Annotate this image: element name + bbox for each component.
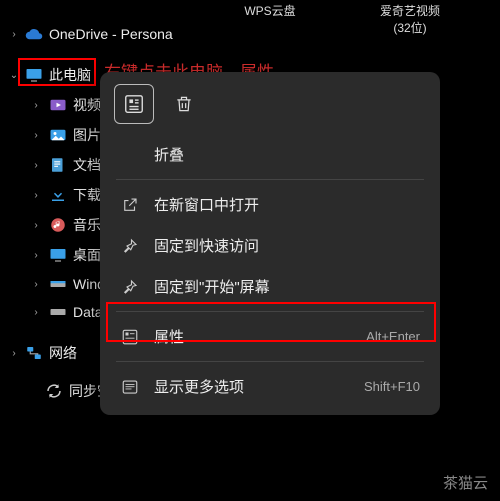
- sync-icon: [45, 382, 63, 400]
- delete-button[interactable]: [164, 84, 204, 124]
- menu-separator: [116, 179, 424, 180]
- pictures-folder-icon: [49, 126, 67, 144]
- menu-item-collapse[interactable]: 折叠: [108, 134, 432, 175]
- chevron-right-icon[interactable]: ›: [31, 130, 41, 140]
- sidebar-item-label: 视频: [73, 95, 101, 115]
- drive-icon: [49, 303, 67, 321]
- open-external-icon: [120, 195, 140, 215]
- menu-item-pin-quick-access[interactable]: 固定到快速访问: [108, 225, 432, 266]
- chevron-right-icon[interactable]: ›: [31, 250, 41, 260]
- menu-item-label: 固定到"开始"屏幕: [154, 276, 420, 297]
- menu-separator: [116, 361, 424, 362]
- wps-cloud-label[interactable]: WPS云盘: [230, 2, 310, 36]
- menu-item-shortcut: Shift+F10: [364, 379, 420, 394]
- show-more-icon: [120, 377, 140, 397]
- drive-icon: [49, 275, 67, 293]
- desktop-folder-icon: [49, 246, 67, 264]
- menu-item-label: 属性: [154, 326, 352, 347]
- desktop-icon-labels: WPS云盘 爱奇艺视频 (32位): [230, 2, 450, 36]
- sidebar-item-label: 此电脑: [49, 65, 91, 85]
- monitor-icon: [25, 66, 43, 84]
- watermark-text: 茶猫云: [443, 472, 488, 493]
- sidebar-item-label: 下载: [73, 185, 101, 205]
- pin-icon: [120, 236, 140, 256]
- properties-icon: [120, 327, 140, 347]
- properties-quick-button[interactable]: [114, 84, 154, 124]
- menu-item-label: 固定到快速访问: [154, 235, 420, 256]
- sidebar-item-label: 桌面: [73, 245, 101, 265]
- chevron-right-icon[interactable]: ›: [31, 307, 41, 317]
- sidebar-item-label: 文档: [73, 155, 101, 175]
- chevron-right-icon[interactable]: ›: [31, 100, 41, 110]
- sidebar-item-label: Data: [73, 304, 103, 320]
- menu-item-pin-start[interactable]: 固定到"开始"屏幕: [108, 266, 432, 307]
- sidebar-item-label: 音乐: [73, 215, 101, 235]
- video-folder-icon: [49, 96, 67, 114]
- music-folder-icon: [49, 216, 67, 234]
- chevron-right-icon[interactable]: ›: [9, 348, 19, 358]
- chevron-right-icon[interactable]: ›: [31, 220, 41, 230]
- chevron-right-icon[interactable]: ›: [31, 190, 41, 200]
- menu-item-open-new-window[interactable]: 在新窗口中打开: [108, 184, 432, 225]
- iqiyi-label[interactable]: 爱奇艺视频 (32位): [370, 2, 450, 36]
- pin-icon: [120, 277, 140, 297]
- menu-item-label: 显示更多选项: [154, 376, 350, 397]
- context-menu-toolbar: [108, 80, 432, 134]
- menu-item-properties[interactable]: 属性 Alt+Enter: [108, 316, 432, 357]
- menu-item-label: 在新窗口中打开: [154, 194, 420, 215]
- chevron-right-icon[interactable]: ›: [31, 160, 41, 170]
- chevron-down-icon[interactable]: ⌄: [9, 70, 19, 80]
- sidebar-item-label: OneDrive - Persona: [49, 26, 173, 42]
- menu-separator: [116, 311, 424, 312]
- sidebar-item-onedrive[interactable]: › OneDrive - Persona: [5, 20, 205, 48]
- context-menu: 折叠 在新窗口中打开 固定到快速访问 固定到"开始"屏幕 属性 Alt+Ente…: [100, 72, 440, 415]
- chevron-right-icon[interactable]: ›: [31, 279, 41, 289]
- cloud-icon: [25, 25, 43, 43]
- network-icon: [25, 344, 43, 362]
- chevron-right-icon[interactable]: ›: [9, 29, 19, 39]
- documents-folder-icon: [49, 156, 67, 174]
- sidebar-item-label: 图片: [73, 125, 101, 145]
- downloads-folder-icon: [49, 186, 67, 204]
- sidebar-item-label: 网络: [49, 343, 77, 363]
- menu-item-show-more[interactable]: 显示更多选项 Shift+F10: [108, 366, 432, 407]
- menu-item-label: 折叠: [154, 144, 420, 165]
- blank-icon: [120, 145, 140, 165]
- menu-item-shortcut: Alt+Enter: [366, 329, 420, 344]
